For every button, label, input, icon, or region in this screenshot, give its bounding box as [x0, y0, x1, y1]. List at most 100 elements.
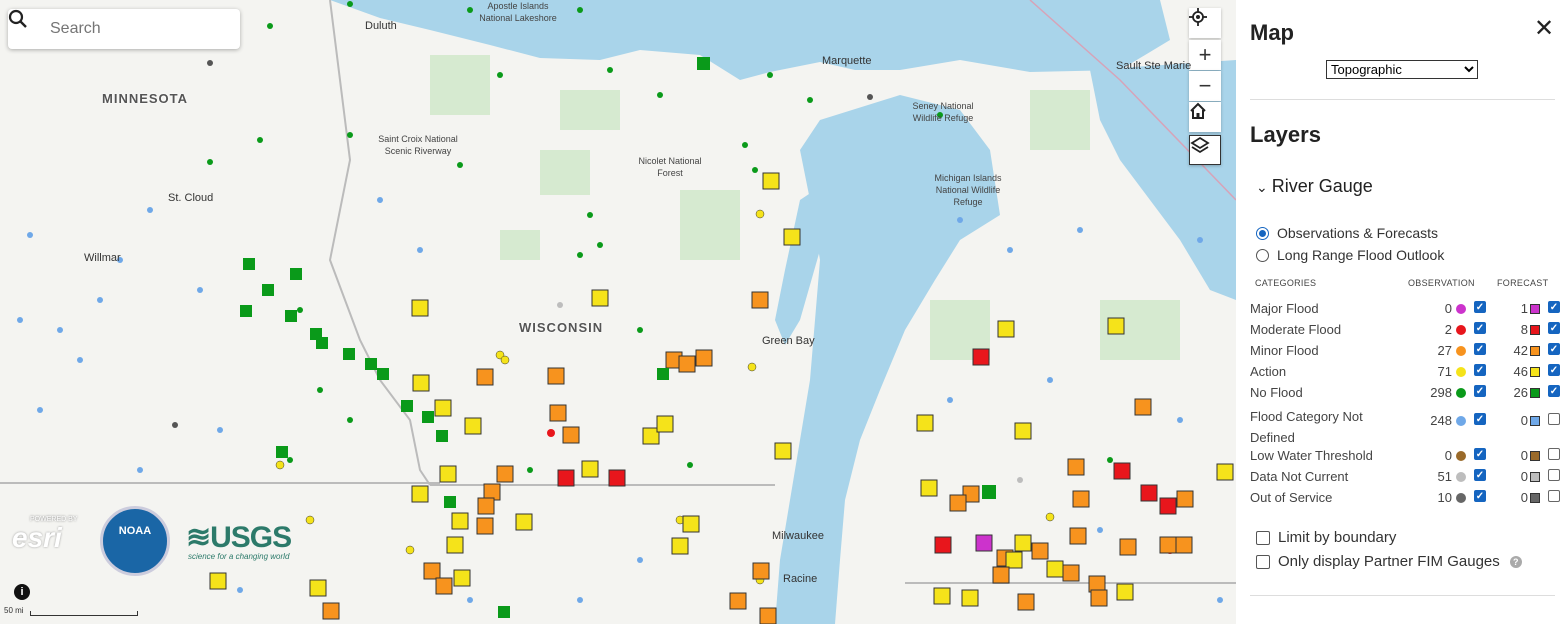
info-icon[interactable]: i — [14, 584, 30, 600]
state-label: WISCONSIN — [519, 320, 604, 335]
checkbox-label: Limit by boundary — [1278, 529, 1397, 546]
category-row: Out of Service 10 ✓ 0 — [1250, 487, 1560, 508]
observation-color-swatch — [1456, 346, 1466, 356]
forecast-count: 0 — [1520, 448, 1528, 463]
observation-count: 0 — [1444, 448, 1452, 463]
forecast-color-swatch — [1530, 367, 1540, 377]
observation-color-swatch — [1456, 472, 1466, 482]
zoom-out-button[interactable]: − — [1189, 71, 1221, 101]
forecast-color-swatch — [1530, 346, 1540, 356]
radio-observations-forecasts[interactable]: Observations & Forecasts — [1256, 225, 1438, 241]
category-row: Data Not Current 51 ✓ 0 — [1250, 466, 1560, 487]
category-label: Major Flood — [1250, 301, 1319, 316]
checkbox[interactable] — [1256, 554, 1270, 569]
observation-color-swatch — [1456, 325, 1466, 335]
forecast-checkbox[interactable]: ✓ — [1548, 364, 1560, 376]
city-label: Willmar — [84, 252, 121, 264]
search-input[interactable] — [48, 19, 222, 39]
checkbox[interactable] — [1256, 530, 1270, 545]
divider — [1250, 595, 1555, 596]
forecast-color-swatch — [1530, 416, 1540, 426]
forecast-checkbox[interactable]: ✓ — [1548, 322, 1560, 334]
forecast-checkbox[interactable]: ✓ — [1548, 301, 1560, 313]
category-row: Action 71 ✓ 46 ✓ — [1250, 361, 1560, 382]
observation-checkbox[interactable]: ✓ — [1474, 469, 1486, 481]
esri-logo: esri — [12, 522, 62, 553]
city-label: Sault Ste Marie — [1116, 60, 1192, 72]
category-row: Minor Flood 27 ✓ 42 ✓ — [1250, 340, 1560, 361]
city-label: Duluth — [365, 20, 397, 32]
forecast-color-swatch — [1530, 451, 1540, 461]
category-label: Action — [1250, 364, 1287, 379]
forecast-count: 26 — [1513, 385, 1528, 400]
forecast-checkbox[interactable] — [1548, 448, 1560, 460]
category-label: No Flood — [1250, 385, 1303, 400]
city-label: St. Cloud — [168, 192, 214, 204]
category-row: Flood Category Not Defined 248 ✓ 0 — [1250, 403, 1560, 445]
partner-fim-checkbox[interactable]: Only display Partner FIM Gauges ? — [1256, 553, 1522, 570]
category-label: Moderate Flood — [1250, 322, 1342, 337]
river-gauge-toggle[interactable]: ⌄ River Gauge — [1256, 176, 1373, 197]
home-button[interactable] — [1189, 102, 1221, 132]
usgs-tagline: science for a changing world — [188, 552, 290, 561]
radio-button[interactable] — [1256, 248, 1269, 262]
observation-checkbox[interactable]: ✓ — [1474, 385, 1486, 397]
category-row: No Flood 298 ✓ 26 ✓ — [1250, 382, 1560, 403]
forecast-color-swatch — [1530, 304, 1540, 314]
observation-count: 51 — [1437, 469, 1452, 484]
scale-label: 50 mi — [4, 606, 24, 615]
forecast-checkbox[interactable] — [1548, 469, 1560, 481]
crosshair-icon — [1189, 8, 1207, 26]
observation-checkbox[interactable]: ✓ — [1474, 490, 1486, 502]
category-row: Moderate Flood 2 ✓ 8 ✓ — [1250, 319, 1560, 340]
park-label: Saint Croix National Scenic Riverway — [378, 134, 458, 156]
radio-button[interactable] — [1256, 226, 1269, 240]
forecast-checkbox[interactable] — [1548, 413, 1560, 425]
observation-checkbox[interactable]: ✓ — [1474, 364, 1486, 376]
city-label: Milwaukee — [772, 530, 824, 542]
forecast-count: 46 — [1513, 364, 1528, 379]
forecast-color-swatch — [1530, 388, 1540, 398]
state-label: MINNESOTA — [102, 91, 189, 106]
search-icon — [8, 9, 48, 49]
forecast-color-swatch — [1530, 472, 1540, 482]
home-icon — [1190, 102, 1206, 119]
observation-checkbox[interactable]: ✓ — [1474, 343, 1486, 355]
forecast-count: 8 — [1520, 322, 1528, 337]
map-canvas[interactable]: + − MINNESOTA WISCONSIN Duluth Marquette… — [0, 0, 1236, 624]
observation-checkbox[interactable]: ✓ — [1474, 413, 1486, 425]
observation-color-swatch — [1456, 416, 1466, 426]
category-label: Minor Flood — [1250, 343, 1319, 358]
layers-button[interactable] — [1189, 135, 1221, 165]
observation-count: 248 — [1430, 413, 1452, 428]
observation-count: 71 — [1437, 364, 1452, 379]
zoom-in-button[interactable]: + — [1189, 40, 1221, 70]
radio-long-range-outlook[interactable]: Long Range Flood Outlook — [1256, 247, 1444, 263]
forecast-count: 1 — [1520, 301, 1528, 316]
search-box[interactable] — [8, 9, 240, 49]
limit-by-boundary-checkbox[interactable]: Limit by boundary — [1256, 529, 1396, 546]
category-row: Low Water Threshold 0 ✓ 0 — [1250, 445, 1560, 466]
basemap-select[interactable]: Topographic — [1326, 60, 1478, 79]
forecast-count: 0 — [1520, 469, 1528, 484]
river-gauge-label: River Gauge — [1271, 176, 1373, 196]
observation-checkbox[interactable]: ✓ — [1474, 322, 1486, 334]
observation-checkbox[interactable]: ✓ — [1474, 301, 1486, 313]
forecast-checkbox[interactable] — [1548, 490, 1560, 502]
category-label: Data Not Current — [1250, 469, 1349, 484]
observation-color-swatch — [1456, 388, 1466, 398]
map-panel: Map ✕ Topographic Layers ⌄ River Gauge Ob… — [1236, 0, 1568, 624]
city-label: Green Bay — [762, 335, 815, 347]
observation-checkbox[interactable]: ✓ — [1474, 448, 1486, 460]
help-icon[interactable]: ? — [1509, 555, 1522, 568]
category-label: Flood Category Not Defined — [1250, 409, 1363, 445]
usgs-logo: ≋USGS — [186, 521, 292, 554]
forecast-checkbox[interactable]: ✓ — [1548, 385, 1560, 397]
forecast-checkbox[interactable]: ✓ — [1548, 343, 1560, 355]
city-label: Marquette — [822, 55, 872, 67]
noaa-logo: NOAA — [100, 506, 170, 576]
observation-count: 0 — [1444, 301, 1452, 316]
close-icon[interactable]: ✕ — [1534, 14, 1554, 43]
park-label: Seney National Wildlife Refuge — [912, 101, 974, 123]
locate-button[interactable] — [1189, 8, 1221, 38]
